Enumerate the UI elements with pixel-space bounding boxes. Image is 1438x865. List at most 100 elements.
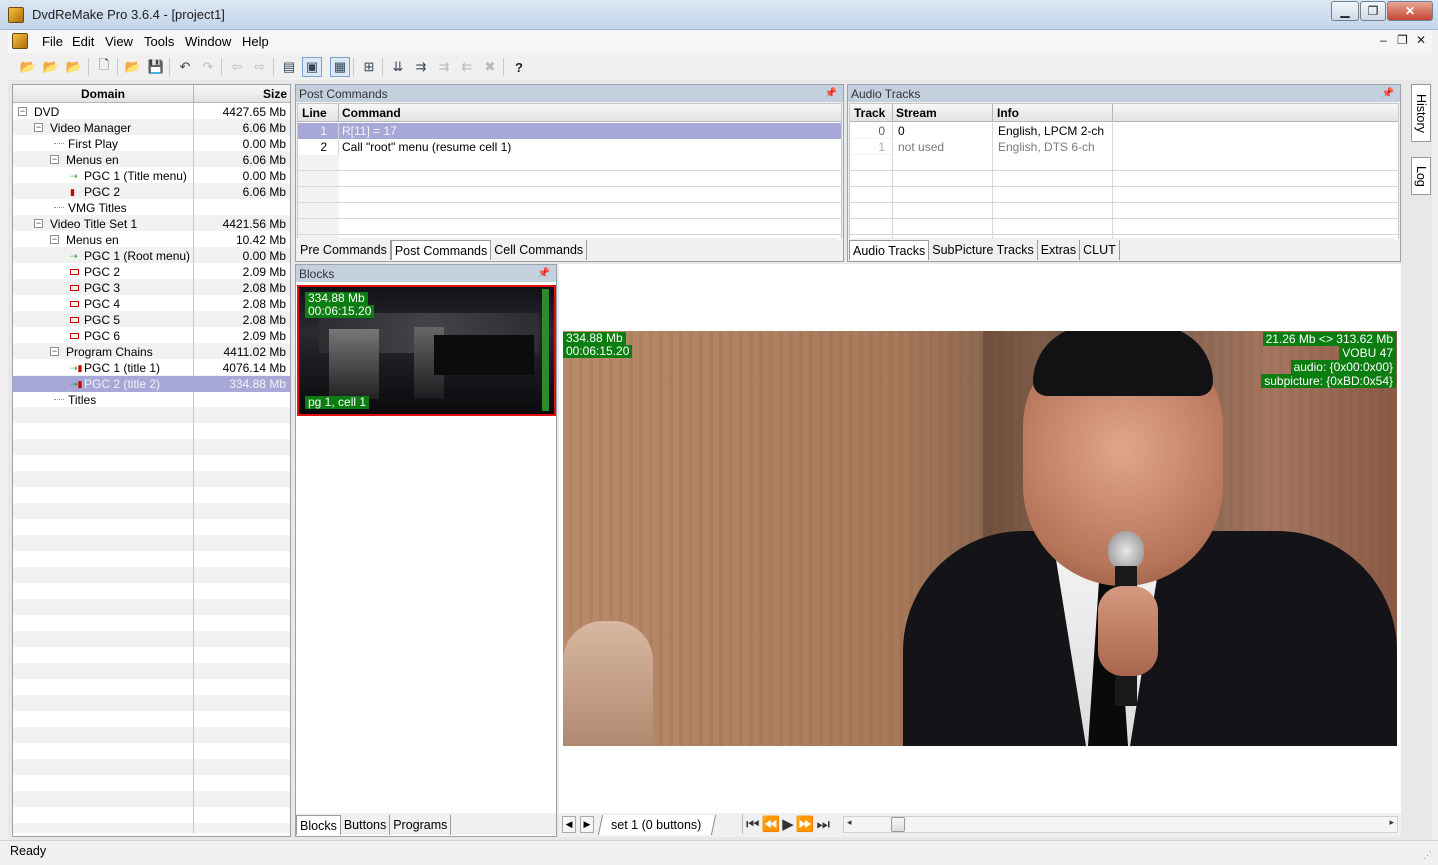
close-button[interactable]: ✕: [1387, 1, 1433, 21]
menu-view[interactable]: View: [105, 34, 133, 49]
tab-post-commands[interactable]: Post Commands: [390, 240, 492, 260]
tree-row[interactable]: ⇢ PGC 1 (Root menu) 0.00 Mb: [13, 248, 290, 264]
tree-icon[interactable]: ⊞: [359, 57, 379, 77]
move-icon[interactable]: ⇉: [411, 57, 431, 77]
tab-blocks[interactable]: Blocks: [296, 815, 341, 835]
open-project-icon[interactable]: 📂: [18, 57, 38, 77]
pin-icon[interactable]: 📌: [825, 88, 837, 99]
scroll-right-arrow-icon[interactable]: ▸: [1389, 817, 1394, 828]
block-thumbnail[interactable]: 334.88 Mb 00:06:15.20 pg 1, cell 1: [297, 285, 556, 416]
menu-tools[interactable]: Tools: [144, 34, 174, 49]
mdi-close-button[interactable]: ✕: [1416, 33, 1426, 47]
resize-grip-icon[interactable]: ⋰: [1423, 850, 1432, 861]
tree-row[interactable]: PGC 3 2.08 Mb: [13, 280, 290, 296]
tab-pre-commands[interactable]: Pre Commands: [297, 240, 391, 260]
mdi-minimize-button[interactable]: –: [1380, 33, 1387, 47]
collapse-icon[interactable]: −: [18, 107, 27, 116]
move-disabled-icon[interactable]: ⇉: [434, 57, 454, 77]
tab-programs[interactable]: Programs: [390, 815, 452, 835]
move-down-icon[interactable]: ⇊: [388, 57, 408, 77]
play-icon[interactable]: ▶: [782, 816, 796, 833]
video-preview[interactable]: [563, 331, 1397, 746]
tree-row[interactable]: − Menus en 6.06 Mb: [13, 152, 290, 168]
tree-row[interactable]: ▮ PGC 2 6.06 Mb: [13, 184, 290, 200]
scroll-left-icon[interactable]: ◀: [562, 816, 576, 833]
command-row[interactable]: 2 Call "root" menu (resume cell 1): [298, 139, 841, 155]
mdi-restore-button[interactable]: ❐: [1397, 33, 1408, 47]
collapse-icon[interactable]: −: [34, 219, 43, 228]
audio-track-row[interactable]: 0 0 English, LPCM 2-ch: [850, 123, 1398, 139]
tree-row[interactable]: PGC 2 2.09 Mb: [13, 264, 290, 280]
set-tab[interactable]: set 1 (0 buttons): [597, 815, 717, 835]
timeline-thumb[interactable]: [891, 817, 905, 832]
fast-forward-icon[interactable]: ⏩: [796, 816, 817, 833]
first-frame-icon[interactable]: ⏮: [746, 816, 762, 833]
tree-row[interactable]: First Play 0.00 Mb: [13, 136, 290, 152]
redo-icon[interactable]: ↷: [198, 57, 218, 77]
last-frame-icon[interactable]: ⏭: [816, 816, 832, 833]
tree-row[interactable]: ⇢▮ PGC 2 (title 2) 334.88 Mb: [13, 376, 290, 392]
rewind-icon[interactable]: ⏪: [762, 816, 783, 833]
open-vob-icon[interactable]: 📂: [41, 57, 61, 77]
tree-row[interactable]: − DVD 4427.65 Mb: [13, 104, 290, 120]
line-column-header[interactable]: Line: [302, 106, 327, 120]
info-column-header[interactable]: Info: [997, 106, 1019, 120]
tree-row[interactable]: − Video Title Set 1 4421.56 Mb: [13, 216, 290, 232]
size-column-header[interactable]: Size: [194, 87, 287, 101]
menu-window[interactable]: Window: [185, 34, 231, 49]
domain-column-header[interactable]: Domain: [13, 87, 193, 101]
collapse-icon[interactable]: −: [50, 347, 59, 356]
tree-row[interactable]: PGC 4 2.08 Mb: [13, 296, 290, 312]
help-icon[interactable]: ?: [509, 57, 529, 77]
tab-log[interactable]: Log: [1411, 157, 1431, 195]
save-icon[interactable]: 💾: [146, 57, 166, 77]
delete-disabled-icon[interactable]: ✖: [480, 57, 500, 77]
tab-cell-commands[interactable]: Cell Commands: [491, 240, 588, 260]
command-row[interactable]: 1 R[11] = 17: [298, 123, 841, 139]
document-icon[interactable]: [12, 33, 28, 49]
pin-icon[interactable]: 📌: [1382, 88, 1394, 99]
menu-file[interactable]: File: [42, 34, 63, 49]
tree-row[interactable]: Titles: [13, 392, 290, 408]
stream-column-header[interactable]: Stream: [896, 106, 937, 120]
back-icon[interactable]: ⇦: [227, 57, 247, 77]
move-disabled2-icon[interactable]: ⇇: [457, 57, 477, 77]
tree-row[interactable]: PGC 5 2.08 Mb: [13, 312, 290, 328]
tree-row[interactable]: − Program Chains 4411.02 Mb: [13, 344, 290, 360]
undo-icon[interactable]: ↶: [175, 57, 195, 77]
tree-row[interactable]: − Menus en 10.42 Mb: [13, 232, 290, 248]
open-icon[interactable]: 📂: [123, 57, 143, 77]
tree-row[interactable]: PGC 6 2.09 Mb: [13, 328, 290, 344]
maximize-button[interactable]: ❐: [1360, 1, 1386, 21]
scroll-right-icon[interactable]: ▶: [580, 816, 594, 833]
tree-row[interactable]: ⇢ PGC 1 (Title menu) 0.00 Mb: [13, 168, 290, 184]
command-column-header[interactable]: Command: [342, 106, 401, 120]
forward-icon[interactable]: ⇨: [250, 57, 270, 77]
tree-row[interactable]: − Video Manager 6.06 Mb: [13, 120, 290, 136]
remake-icon[interactable]: 📂: [64, 57, 84, 77]
menu-help[interactable]: Help: [242, 34, 269, 49]
tab-audio-tracks[interactable]: Audio Tracks: [849, 240, 930, 260]
tab-buttons[interactable]: Buttons: [340, 815, 391, 835]
new-icon[interactable]: 🗋: [94, 57, 114, 77]
tree-row[interactable]: ⇢▮ PGC 1 (title 1) 4076.14 Mb: [13, 360, 290, 376]
view-preview-icon[interactable]: ▦: [330, 57, 350, 77]
tab-clut[interactable]: CLUT: [1080, 240, 1120, 260]
collapse-icon[interactable]: −: [50, 235, 59, 244]
tab-subpicture-tracks[interactable]: SubPicture Tracks: [929, 240, 1038, 260]
pgc-entry-icon: ⇢: [70, 251, 78, 261]
view-list-icon[interactable]: ▤: [279, 57, 299, 77]
collapse-icon[interactable]: −: [50, 155, 59, 164]
menu-edit[interactable]: Edit: [72, 34, 94, 49]
track-column-header[interactable]: Track: [854, 106, 885, 120]
scroll-left-arrow-icon[interactable]: ◂: [847, 817, 852, 828]
pin-icon[interactable]: 📌: [538, 268, 550, 279]
audio-track-row[interactable]: 1 not used English, DTS 6-ch: [850, 139, 1398, 155]
minimize-button[interactable]: ▁: [1331, 1, 1359, 21]
view-blocks-icon[interactable]: ▣: [302, 57, 322, 77]
collapse-icon[interactable]: −: [34, 123, 43, 132]
tab-history[interactable]: History: [1411, 84, 1431, 142]
tree-row[interactable]: VMG Titles: [13, 200, 290, 216]
timeline-scrollbar[interactable]: ◂ ▸: [843, 816, 1398, 833]
tab-extras[interactable]: Extras: [1037, 240, 1081, 260]
